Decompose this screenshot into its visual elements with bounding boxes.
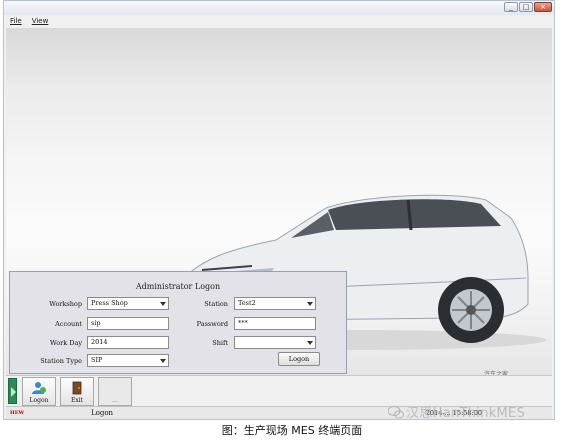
menu-view[interactable]: View	[32, 15, 49, 28]
wechat-text: 汉思HanThinkMES	[406, 406, 526, 421]
station-value: Test2	[238, 299, 256, 307]
title-bar: _ □ ×	[4, 1, 554, 15]
workshop-value: Press Shop	[91, 299, 128, 307]
toolbar-exit-button[interactable]: Exit	[60, 377, 94, 406]
wechat-icon	[388, 406, 404, 419]
status-mode: Logon	[91, 409, 114, 417]
station-label: Station	[204, 300, 228, 308]
close-button[interactable]: ×	[534, 2, 552, 12]
toolbar-logon-label: Logon	[29, 397, 49, 404]
password-input[interactable]: ***	[234, 317, 316, 330]
toolbar-more-label: ...	[112, 397, 118, 404]
status-logo: HEW	[10, 410, 25, 416]
stationtype-value: SIP	[91, 356, 103, 364]
chevron-down-icon	[160, 359, 166, 363]
app-window: _ □ × File View Administrator Logon Work…	[3, 0, 555, 420]
workshop-label: Workshop	[49, 300, 82, 308]
window-controls: _ □ ×	[504, 2, 552, 12]
maximize-button[interactable]: □	[519, 2, 533, 12]
panel-title: Administrator Logon	[135, 282, 221, 291]
account-label: Account	[55, 320, 82, 328]
play-icon[interactable]	[8, 378, 17, 404]
workday-label: Work Day	[49, 339, 82, 347]
account-input[interactable]: sip	[87, 317, 169, 330]
shift-label: Shift	[212, 339, 228, 347]
toolbar-logon-button[interactable]: Logon	[22, 377, 56, 406]
logon-button[interactable]: Logon	[278, 352, 320, 366]
user-icon	[32, 382, 46, 394]
menu-file[interactable]: File	[10, 15, 22, 28]
toolbar-exit-label: Exit	[70, 397, 84, 404]
menu-bar: File View	[4, 15, 554, 28]
blank-icon	[107, 381, 123, 395]
door-icon	[72, 381, 82, 395]
stationtype-select[interactable]: SIP	[87, 354, 169, 367]
stationtype-label: Station Type	[40, 357, 82, 365]
figure-caption: 图：生产现场 MES 终端页面	[221, 424, 363, 437]
chevron-down-icon	[307, 302, 313, 306]
chevron-down-icon	[307, 341, 313, 345]
shift-select[interactable]	[234, 336, 316, 349]
workday-input[interactable]: 2014	[87, 336, 169, 349]
workshop-select[interactable]: Press Shop	[87, 297, 169, 310]
password-label: Password	[196, 320, 228, 328]
chevron-down-icon	[160, 302, 166, 306]
wechat-watermark: 汉思HanThinkMES	[388, 402, 525, 421]
minimize-button[interactable]: _	[504, 2, 518, 12]
station-select[interactable]: Test2	[234, 297, 316, 310]
toolbar-more-button[interactable]: ...	[98, 377, 132, 406]
logon-panel: Administrator Logon Workshop Press Shop …	[9, 271, 347, 374]
